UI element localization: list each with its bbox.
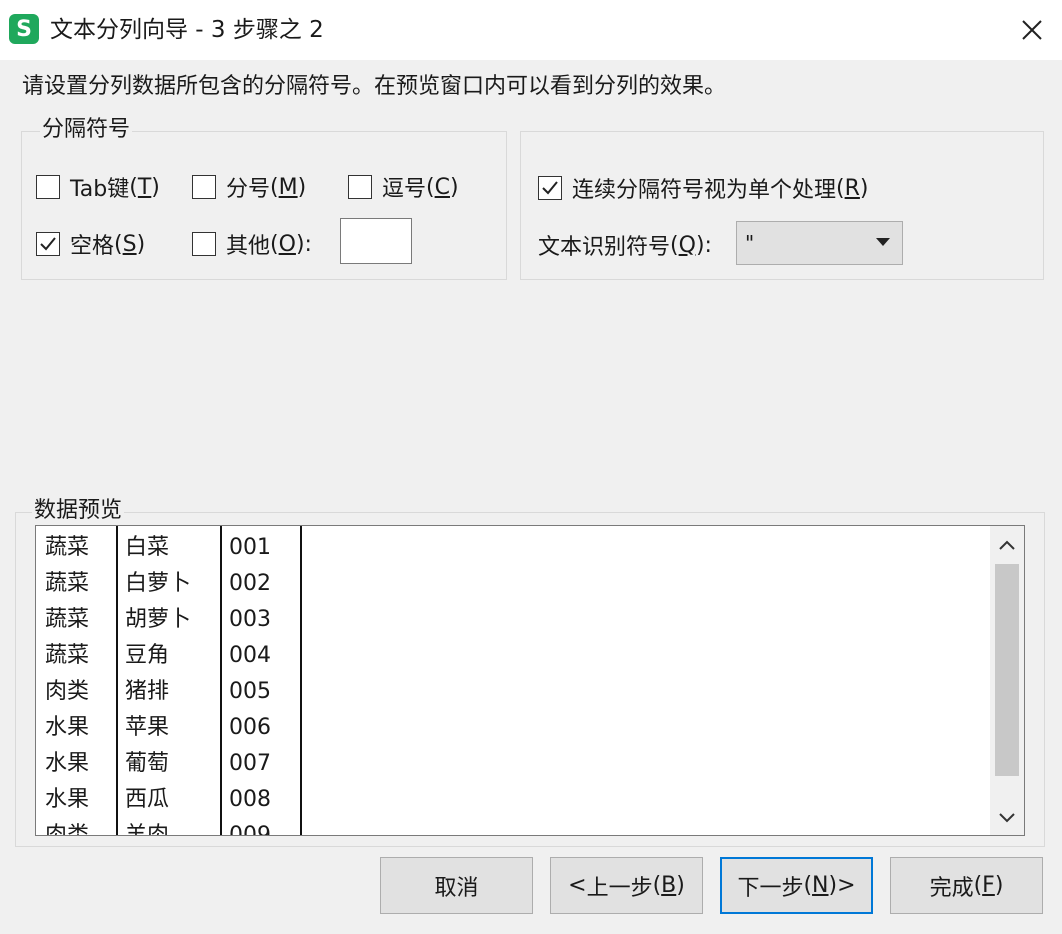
instruction-text: 请设置分列数据所包含的分隔符号。在预览窗口内可以看到分列的效果。 bbox=[22, 74, 727, 99]
preview-cell: 西瓜 bbox=[125, 787, 170, 812]
space-label: 空格 bbox=[70, 234, 115, 259]
preview-legend: 数据预览 bbox=[32, 497, 125, 525]
preview-cell: 007 bbox=[229, 751, 271, 776]
preview-cell: 蔬菜 bbox=[45, 571, 90, 596]
comma-accel-key: C bbox=[434, 174, 450, 200]
preview-cell: 008 bbox=[229, 787, 271, 812]
tab-label: Tab键 bbox=[70, 177, 130, 202]
comma-label: 逗号 bbox=[382, 177, 427, 202]
space-checkbox-row[interactable]: 空格 (S) bbox=[36, 228, 145, 260]
preview-cell: 水果 bbox=[45, 751, 90, 776]
tab-checkbox[interactable] bbox=[36, 175, 60, 199]
chevron-down-icon bbox=[999, 813, 1015, 823]
close-button[interactable] bbox=[1002, 0, 1062, 60]
column-divider[interactable] bbox=[116, 526, 118, 835]
scroll-down-button[interactable] bbox=[990, 801, 1024, 835]
preview-cell: 胡萝卜 bbox=[125, 607, 192, 632]
other-accel-key: O bbox=[278, 231, 296, 257]
close-icon bbox=[1022, 20, 1042, 40]
preview-cell: 水果 bbox=[45, 787, 90, 812]
preview-cell: 苹果 bbox=[125, 715, 170, 740]
tab-checkbox-row[interactable]: Tab键 (T) bbox=[36, 171, 160, 203]
dropdown-arrow-icon bbox=[876, 238, 890, 246]
preview-cell: 水果 bbox=[45, 715, 90, 740]
text-qualifier-row: 文本识别符号 (Q): bbox=[538, 229, 712, 261]
preview-cell: 豆角 bbox=[125, 643, 170, 668]
text-qualifier-accel-key: Q bbox=[678, 232, 696, 258]
wps-app-icon: S bbox=[9, 14, 39, 44]
preview-cell: 005 bbox=[229, 679, 271, 704]
title-bar: S 文本分列向导 - 3 步骤之 2 bbox=[0, 0, 1062, 60]
preview-cell: 004 bbox=[229, 643, 271, 668]
cancel-label: 取消 bbox=[434, 875, 479, 901]
back-accel-key: B bbox=[661, 873, 677, 898]
other-checkbox[interactable] bbox=[192, 232, 216, 256]
consecutive-checkbox-row[interactable]: 连续分隔符号视为单个处理 (R) bbox=[538, 172, 869, 204]
delimiters-legend: 分隔符号 bbox=[40, 116, 133, 144]
preview-cell: 蔬菜 bbox=[45, 535, 90, 560]
text-qualifier-select[interactable]: " bbox=[736, 221, 903, 265]
finish-button[interactable]: 完成 (F) bbox=[890, 857, 1043, 914]
finish-label: 完成 bbox=[929, 875, 974, 901]
preview-cell: 蔬菜 bbox=[45, 607, 90, 632]
preview-cell: 肉类 bbox=[45, 823, 90, 836]
comma-checkbox-row[interactable]: 逗号 (C) bbox=[348, 171, 459, 203]
cancel-button[interactable]: 取消 bbox=[380, 857, 533, 914]
vertical-scrollbar[interactable] bbox=[990, 526, 1024, 835]
consecutive-checkbox[interactable] bbox=[538, 176, 562, 200]
preview-cell: 蔬菜 bbox=[45, 643, 90, 668]
preview-cell: 002 bbox=[229, 571, 271, 596]
next-button[interactable]: 下一步 (N)> bbox=[720, 857, 873, 914]
preview-cell: 葡萄 bbox=[125, 751, 170, 776]
semicolon-checkbox-row[interactable]: 分号 (M) bbox=[192, 171, 306, 203]
window-title: 文本分列向导 - 3 步骤之 2 bbox=[50, 17, 324, 43]
finish-accel-key: F bbox=[982, 873, 995, 898]
preview-cell: 白萝卜 bbox=[125, 571, 192, 596]
other-checkbox-row[interactable]: 其他 (O): bbox=[192, 228, 312, 260]
semicolon-checkbox[interactable] bbox=[192, 175, 216, 199]
text-qualifier-label: 文本识别符号 bbox=[538, 235, 671, 260]
back-button[interactable]: < 上一步 (B) bbox=[550, 857, 703, 914]
consecutive-label: 连续分隔符号视为单个处理 bbox=[572, 178, 837, 203]
chevron-up-icon bbox=[999, 540, 1015, 550]
preview-cell: 001 bbox=[229, 535, 271, 560]
preview-cell: 白菜 bbox=[125, 535, 170, 560]
preview-cell: 009 bbox=[229, 823, 271, 836]
preview-cell: 羊肉 bbox=[125, 823, 170, 836]
consecutive-accel-key: R bbox=[844, 175, 860, 201]
column-divider[interactable] bbox=[300, 526, 302, 835]
scroll-up-button[interactable] bbox=[990, 528, 1024, 562]
text-qualifier-value: " bbox=[745, 231, 755, 255]
next-accel-key: N bbox=[812, 873, 829, 898]
preview-cell: 003 bbox=[229, 607, 271, 632]
back-label: 上一步 bbox=[586, 875, 653, 901]
next-label: 下一步 bbox=[737, 875, 804, 901]
column-divider[interactable] bbox=[220, 526, 222, 835]
preview-cell: 肉类 bbox=[45, 679, 90, 704]
semicolon-accel-key: M bbox=[278, 174, 298, 200]
space-accel-key: S bbox=[122, 231, 137, 257]
preview-cell: 猪排 bbox=[125, 679, 170, 704]
scroll-thumb[interactable] bbox=[995, 564, 1019, 776]
comma-checkbox[interactable] bbox=[348, 175, 372, 199]
preview-cell: 006 bbox=[229, 715, 271, 740]
preview-box[interactable]: 蔬菜 白菜 001 蔬菜 白萝卜 002 蔬菜 胡萝卜 003 蔬菜 豆角 004 肉类 猪排 005 水果苹… bbox=[35, 525, 1025, 836]
tab-accel-key: T bbox=[137, 174, 152, 200]
checkmark-icon bbox=[542, 181, 558, 195]
checkmark-icon bbox=[40, 237, 56, 251]
other-delimiter-input[interactable] bbox=[340, 218, 412, 264]
semicolon-label: 分号 bbox=[226, 177, 271, 202]
other-label: 其他 bbox=[226, 234, 271, 259]
space-checkbox[interactable] bbox=[36, 232, 60, 256]
